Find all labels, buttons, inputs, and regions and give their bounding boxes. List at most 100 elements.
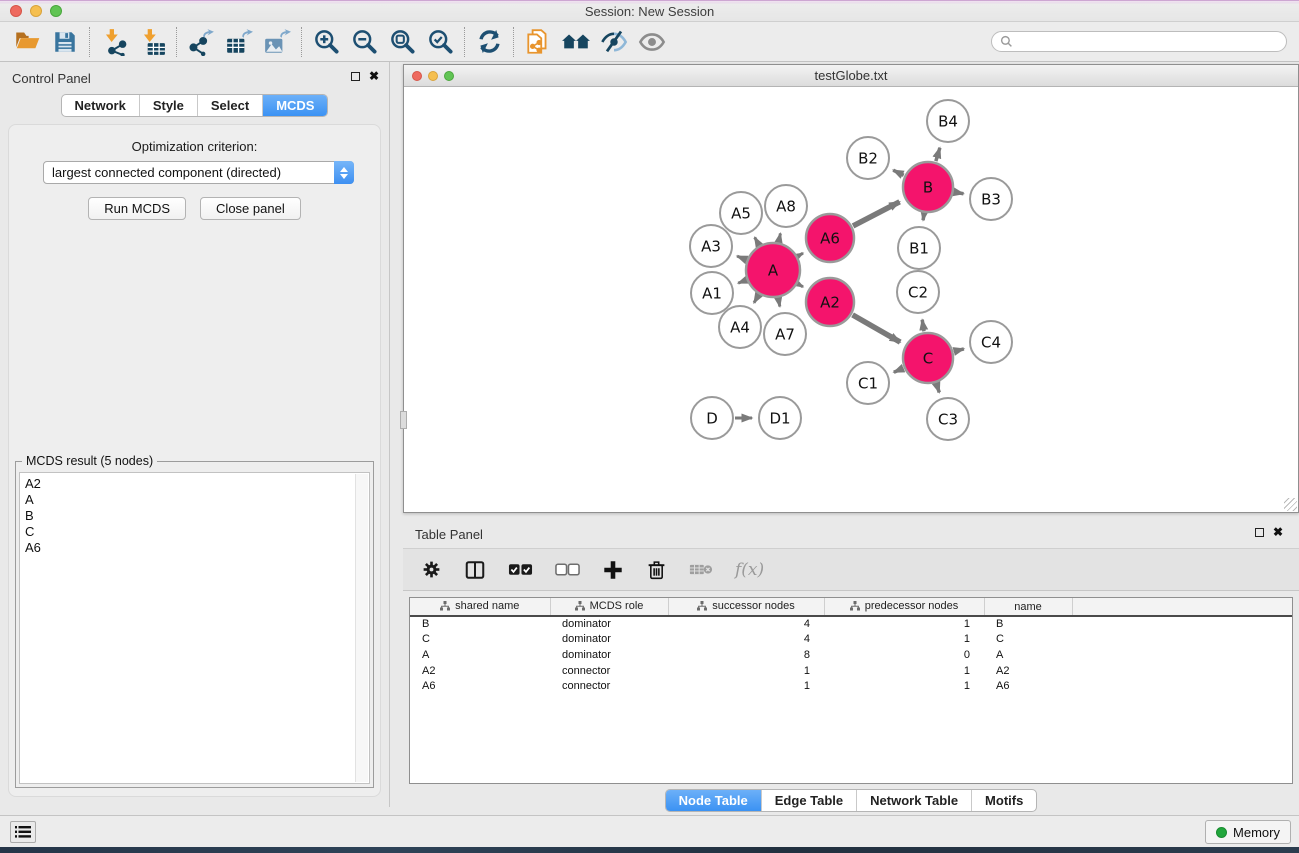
mcds-result-item[interactable]: A2 bbox=[25, 476, 369, 492]
home-layout-button[interactable] bbox=[557, 25, 595, 59]
tab-network[interactable]: Network bbox=[62, 95, 139, 116]
graph-edge[interactable] bbox=[738, 280, 746, 283]
close-panel-icon[interactable]: ✖ bbox=[369, 71, 379, 81]
zoom-out-button[interactable] bbox=[345, 25, 383, 59]
graph-edge[interactable] bbox=[936, 148, 940, 161]
graph-edge[interactable] bbox=[778, 299, 779, 307]
search-input[interactable] bbox=[1013, 35, 1278, 49]
delete-column-button[interactable] bbox=[646, 559, 667, 581]
zoom-selected-button[interactable] bbox=[421, 25, 459, 59]
graph-edge[interactable] bbox=[779, 233, 781, 241]
select-all-columns-button[interactable] bbox=[508, 563, 533, 576]
window-resize-grip[interactable] bbox=[1284, 498, 1297, 511]
float-panel-icon[interactable] bbox=[351, 72, 360, 81]
export-network-button[interactable] bbox=[182, 25, 220, 59]
column-header-successor-nodes[interactable]: successor nodes bbox=[668, 598, 824, 616]
graph-edge[interactable] bbox=[893, 170, 903, 175]
graph-edge[interactable] bbox=[853, 202, 900, 226]
export-image-button[interactable] bbox=[258, 25, 296, 59]
mcds-result-title: MCDS result (5 nodes) bbox=[22, 454, 157, 468]
create-column-button[interactable] bbox=[602, 559, 624, 581]
table-row[interactable]: A6connector11A6 bbox=[410, 678, 1293, 694]
tab-node-table[interactable]: Node Table bbox=[666, 790, 761, 811]
toolbar-search[interactable] bbox=[991, 31, 1287, 52]
table-settings-button[interactable] bbox=[421, 559, 442, 580]
tab-select[interactable]: Select bbox=[197, 95, 262, 116]
network-canvas[interactable]: B4B2BB3A8A5A6B1A3AC2A1A2A4A7C4CC1C3DD1 bbox=[404, 88, 1298, 512]
column-header-predecessor-nodes[interactable]: predecessor nodes bbox=[824, 598, 984, 616]
close-table-panel-icon[interactable]: ✖ bbox=[1273, 527, 1283, 537]
column-header-shared-name[interactable]: shared name bbox=[410, 598, 550, 616]
graph-node-label: A7 bbox=[775, 326, 795, 344]
table-row[interactable]: Cdominator41C bbox=[410, 632, 1293, 648]
tab-mcds[interactable]: MCDS bbox=[262, 95, 327, 116]
mcds-result-item[interactable]: A6 bbox=[25, 540, 369, 556]
table-row[interactable]: Bdominator41B bbox=[410, 616, 1293, 632]
graph-node-label: A2 bbox=[820, 294, 840, 312]
status-bar: Memory bbox=[0, 815, 1299, 847]
graph-edge[interactable] bbox=[923, 214, 924, 221]
graph-edge[interactable] bbox=[894, 368, 903, 372]
graph-edge[interactable] bbox=[853, 315, 901, 342]
graph-edge[interactable] bbox=[737, 256, 746, 259]
mcds-result-list[interactable]: A2 A B C A6 bbox=[19, 472, 370, 784]
open-session-button[interactable] bbox=[8, 25, 46, 59]
tab-network-table[interactable]: Network Table bbox=[856, 790, 971, 811]
graph-edge[interactable] bbox=[754, 295, 758, 303]
save-session-button[interactable] bbox=[46, 25, 84, 59]
table-toolbar: f(x) bbox=[403, 548, 1299, 591]
graph-node-label: D bbox=[706, 410, 718, 428]
column-view-button[interactable] bbox=[464, 559, 486, 581]
graph-node-label: B bbox=[923, 179, 933, 197]
column-header-mcds-role[interactable]: MCDS role bbox=[550, 598, 668, 616]
network-graph[interactable]: B4B2BB3A8A5A6B1A3AC2A1A2A4A7C4CC1C3DD1 bbox=[404, 88, 1298, 512]
panel-splitter-grip[interactable] bbox=[400, 411, 407, 429]
tab-style[interactable]: Style bbox=[139, 95, 197, 116]
table-row[interactable]: A2connector11A2 bbox=[410, 663, 1293, 679]
graph-node-label: A3 bbox=[701, 238, 721, 256]
result-scrollbar[interactable] bbox=[355, 474, 368, 782]
export-table-button[interactable] bbox=[220, 25, 258, 59]
zoom-out-icon bbox=[351, 28, 378, 55]
control-panel: Control Panel ✖ Network Style Select MCD… bbox=[0, 62, 390, 807]
memory-button[interactable]: Memory bbox=[1205, 820, 1291, 844]
hide-visual-properties-button[interactable] bbox=[595, 25, 633, 59]
graph-edge[interactable] bbox=[954, 349, 964, 351]
column-header-name[interactable]: name bbox=[984, 598, 1072, 616]
zoom-in-button[interactable] bbox=[307, 25, 345, 59]
run-mcds-button[interactable]: Run MCDS bbox=[88, 197, 186, 220]
import-table-file-button[interactable] bbox=[133, 25, 171, 59]
graph-edge[interactable] bbox=[755, 237, 759, 244]
gear-icon bbox=[421, 559, 442, 580]
node-table[interactable]: shared name MCDS role successor nodes pr… bbox=[409, 597, 1293, 784]
tab-motifs[interactable]: Motifs bbox=[971, 790, 1036, 811]
graph-edge[interactable] bbox=[936, 384, 939, 393]
graph-edge[interactable] bbox=[922, 320, 924, 332]
tab-edge-table[interactable]: Edge Table bbox=[761, 790, 856, 811]
graph-node-label: C1 bbox=[858, 375, 878, 393]
criterion-dropdown[interactable]: largest connected component (directed) bbox=[43, 161, 354, 184]
close-panel-button[interactable]: Close panel bbox=[200, 197, 301, 220]
deselect-all-columns-button[interactable] bbox=[555, 563, 580, 576]
graph-node-label: A6 bbox=[820, 230, 840, 248]
float-table-panel-icon[interactable] bbox=[1255, 528, 1264, 537]
new-network-from-file-button[interactable] bbox=[519, 25, 557, 59]
mcds-result-item[interactable]: B bbox=[25, 508, 369, 524]
zoom-fit-button[interactable] bbox=[383, 25, 421, 59]
table-panel: Table Panel ✖ bbox=[403, 518, 1299, 815]
graph-edge[interactable] bbox=[955, 192, 964, 194]
task-history-button[interactable] bbox=[10, 821, 36, 843]
table-row[interactable]: Adominator80A bbox=[410, 647, 1293, 663]
graph-edge[interactable] bbox=[798, 284, 803, 287]
import-network-file-button[interactable] bbox=[95, 25, 133, 59]
mcds-result-item[interactable]: A bbox=[25, 492, 369, 508]
mcds-result-item[interactable]: C bbox=[25, 524, 369, 540]
dropdown-stepper-icon bbox=[334, 161, 354, 184]
show-graphics-details-button[interactable] bbox=[633, 25, 671, 59]
refresh-view-button[interactable] bbox=[470, 25, 508, 59]
function-builder-button[interactable]: f(x) bbox=[735, 560, 764, 580]
graph-edge[interactable] bbox=[798, 253, 803, 256]
network-window-title: testGlobe.txt bbox=[404, 68, 1298, 83]
delete-table-button[interactable] bbox=[689, 562, 713, 577]
zoom-selected-icon bbox=[427, 28, 454, 55]
